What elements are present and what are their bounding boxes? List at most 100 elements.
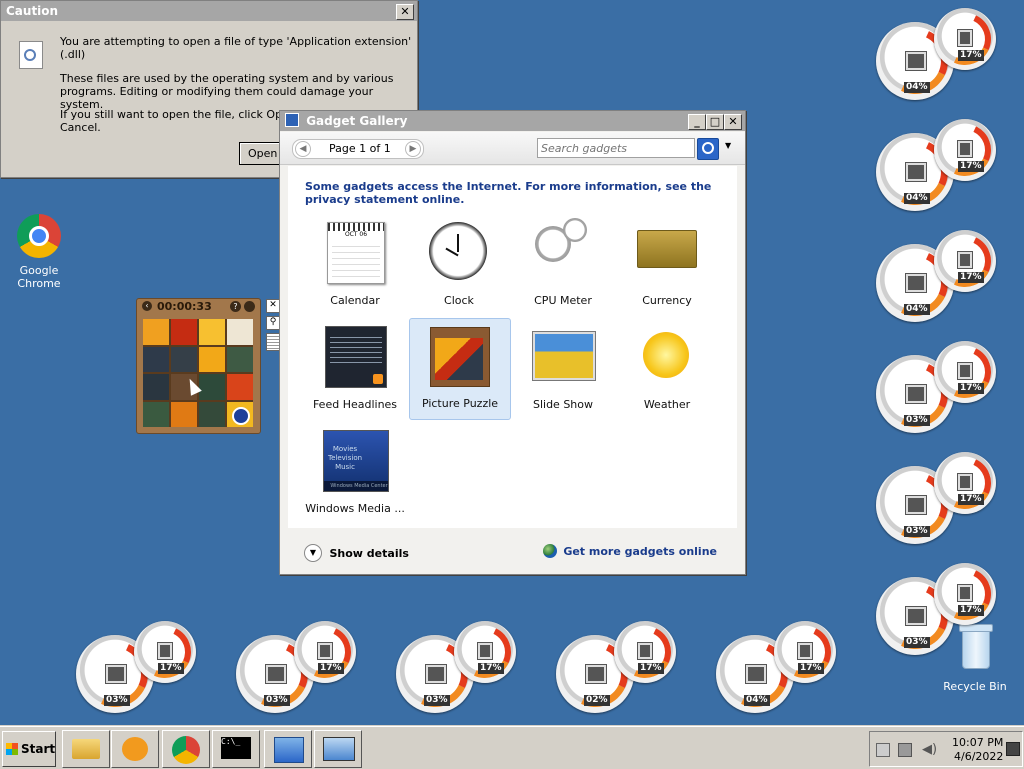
clock-time[interactable]: 10:07 PM (952, 736, 1003, 749)
cpu-chip-icon (906, 496, 926, 514)
clock-date[interactable]: 4/6/2022 (954, 750, 1003, 763)
puzzle-tile[interactable] (143, 346, 169, 372)
taskbar-explorer[interactable] (62, 730, 110, 768)
next-page-icon[interactable]: ▶ (405, 141, 421, 157)
gadget-feed-headlines-label: Feed Headlines (312, 398, 398, 411)
gadget-calendar[interactable]: OCT 06 Calendar (305, 216, 405, 316)
show-details-label: Show details (329, 546, 409, 560)
caution-line-5: Cancel. (60, 121, 101, 134)
gadget-cpu-meter[interactable]: CPU Meter (513, 216, 613, 316)
media-center-footer: Windows Media Center (324, 481, 388, 491)
gadget-clock[interactable]: Clock (409, 216, 509, 316)
taskbar-remote-desktop[interactable] (314, 730, 362, 768)
puzzle-tile[interactable] (143, 319, 169, 345)
puzzle-settings-icon[interactable] (244, 301, 255, 312)
gadget-feed-headlines[interactable]: Feed Headlines (305, 320, 405, 420)
cpu-meter-small-dial (563, 218, 587, 242)
cpu-meter-gadget[interactable]: 03% 17% (876, 563, 1000, 659)
memory-chip-icon (798, 643, 812, 659)
gadget-picture-puzzle[interactable]: Picture Puzzle (409, 318, 511, 420)
start-button[interactable]: Start (2, 731, 56, 767)
volume-icon[interactable]: ◀) (922, 742, 937, 757)
puzzle-help-icon[interactable]: ? (230, 301, 241, 312)
search-gadgets-input[interactable] (537, 138, 695, 158)
memory-percent: 17% (958, 272, 984, 283)
search-button[interactable] (697, 138, 719, 160)
cpu-chip-icon (746, 665, 766, 683)
gadget-weather[interactable]: Weather (617, 320, 717, 420)
puzzle-tile[interactable] (227, 401, 253, 427)
gadget-windows-media[interactable]: Movies Television Music Windows Media Ce… (305, 424, 405, 524)
puzzle-tile[interactable] (143, 374, 169, 400)
gadget-slide-show[interactable]: Slide Show (513, 320, 613, 420)
memory-percent: 17% (958, 383, 984, 394)
gallery-navbar: ◀ Page 1 of 1 ▶ ▼ (280, 132, 745, 165)
taskbar-media-player[interactable] (111, 730, 159, 768)
cpu-meter-gadget[interactable]: 04% 17% (876, 119, 1000, 215)
gadget-windows-media-label: Windows Media ... (305, 502, 405, 515)
network-warning-icon[interactable] (876, 743, 890, 757)
cpu-meter-gadget[interactable]: 02% 17% (556, 621, 680, 717)
cpu-chip-icon (906, 607, 926, 625)
get-more-label: Get more gadgets online (563, 544, 717, 558)
system-tray: ◀) 10:07 PM 4/6/2022 (869, 731, 1023, 767)
taskbar-control-panel[interactable] (264, 730, 312, 768)
gadget-close-icon[interactable]: ✕ (266, 299, 280, 313)
cpu-percent: 03% (904, 637, 930, 648)
cpu-meter-gadget[interactable]: 04% 17% (716, 621, 840, 717)
control-panel-icon (274, 737, 304, 763)
puzzle-tile[interactable] (171, 346, 197, 372)
search-options-chevron-icon[interactable]: ▼ (725, 141, 731, 150)
puzzle-toolbar: ‹ 00:00:33 ? (140, 300, 257, 315)
show-desktop-icon[interactable] (1006, 742, 1020, 756)
cpu-percent: 03% (264, 695, 290, 706)
puzzle-tile[interactable] (143, 401, 169, 427)
gadget-currency[interactable]: Currency (617, 216, 717, 316)
gadget-options-icon[interactable]: ⚲ (266, 316, 280, 330)
puzzle-tile[interactable] (171, 319, 197, 345)
network-icon[interactable] (898, 743, 912, 757)
cpu-meter-gadget[interactable]: 03% 17% (876, 341, 1000, 437)
cpu-percent: 04% (904, 193, 930, 204)
puzzle-grid[interactable] (143, 319, 253, 427)
puzzle-tile[interactable] (199, 401, 225, 427)
page-indicator: Page 1 of 1 (329, 142, 391, 155)
cpu-meter-gadget[interactable]: 03% 17% (236, 621, 360, 717)
cpu-meter-gadget[interactable]: 03% 17% (396, 621, 520, 717)
maximize-button[interactable]: □ (706, 114, 724, 130)
memory-chip-icon (958, 585, 972, 601)
prev-page-icon[interactable]: ◀ (295, 141, 311, 157)
cpu-meter-gadget[interactable]: 04% 17% (876, 8, 1000, 104)
picture-puzzle-gadget[interactable]: ‹ 00:00:33 ? (136, 298, 261, 434)
google-chrome-shortcut[interactable]: Google Chrome (0, 214, 78, 290)
media-item-music: Music (335, 463, 355, 471)
gallery-titlebar[interactable]: Gadget Gallery _ □ ✕ (280, 111, 745, 131)
gadget-picture-puzzle-label: Picture Puzzle (421, 397, 499, 410)
minimize-button[interactable]: _ (688, 114, 706, 130)
show-details-button[interactable]: ▼ Show details (304, 544, 409, 562)
cpu-meter-gadget[interactable]: 03% 17% (876, 452, 1000, 548)
taskbar-command-prompt[interactable]: C:\_ (212, 730, 260, 768)
gadget-drag-handle[interactable] (266, 333, 280, 351)
puzzle-tile[interactable] (227, 319, 253, 345)
caution-close-button[interactable]: ✕ (396, 4, 414, 20)
cpu-meter-gadget[interactable]: 03% 17% (76, 621, 200, 717)
memory-percent: 17% (158, 663, 184, 674)
taskbar-chrome[interactable] (162, 730, 210, 768)
close-button[interactable]: ✕ (724, 114, 742, 130)
search-icon (702, 142, 714, 154)
chrome-icon (17, 214, 61, 258)
memory-chip-icon (158, 643, 172, 659)
puzzle-back-icon[interactable]: ‹ (142, 301, 152, 311)
puzzle-tile[interactable] (199, 319, 225, 345)
puzzle-tile[interactable] (199, 374, 225, 400)
puzzle-tile[interactable] (227, 346, 253, 372)
gallery-footer: ▼ Show details Get more gadgets online (280, 530, 745, 574)
caution-titlebar[interactable]: Caution ✕ (1, 1, 417, 21)
puzzle-tile[interactable] (171, 401, 197, 427)
cpu-meter-gadget[interactable]: 04% 17% (876, 230, 1000, 326)
puzzle-tile[interactable] (227, 374, 253, 400)
feed-headlines-icon (325, 326, 387, 388)
get-more-gadgets-link[interactable]: Get more gadgets online (542, 544, 717, 558)
puzzle-tile[interactable] (199, 346, 225, 372)
